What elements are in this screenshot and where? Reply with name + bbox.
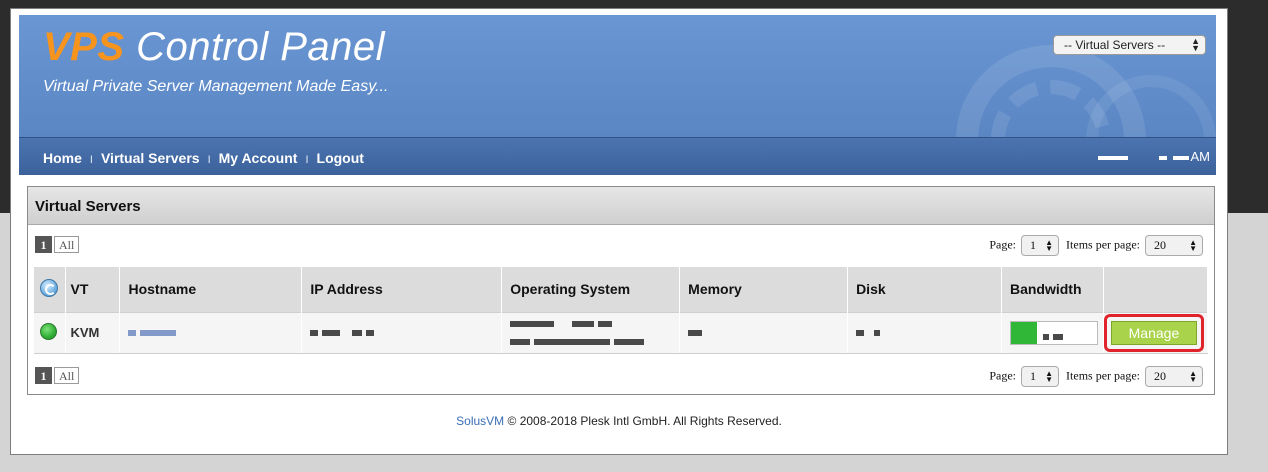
logo-subtitle: Virtual Private Server Management Made E… bbox=[43, 78, 389, 95]
select-arrows-icon: ▲ ▼ bbox=[1191, 36, 1200, 53]
logo-rest: Control Panel bbox=[124, 25, 386, 69]
status-cell bbox=[34, 311, 67, 354]
page-select-bottom[interactable]: 1 ▲ ▼ bbox=[1021, 366, 1060, 387]
ip-cell bbox=[301, 311, 503, 354]
page-controls-bottom: Page: 1 ▲ ▼ Items per page: 20 ▲ ▼ bbox=[989, 366, 1207, 387]
pager-bottom: 1 All bbox=[35, 367, 81, 384]
os-cell bbox=[501, 311, 681, 354]
page-controls-top: Page: 1 ▲ ▼ Items per page: 20 ▲ ▼ bbox=[989, 235, 1207, 256]
redacted-text bbox=[1158, 155, 1167, 160]
bandwidth-cell bbox=[1001, 311, 1104, 354]
redacted-hostname[interactable] bbox=[128, 330, 137, 337]
pager-all[interactable]: All bbox=[54, 236, 80, 253]
virtual-servers-panel: Virtual Servers 1 All Page: 1 ▲ ▼ Items per… bbox=[27, 186, 1215, 395]
redacted-ip bbox=[310, 330, 319, 337]
page-select[interactable]: 1 ▲ ▼ bbox=[1021, 235, 1060, 256]
table-header-row: VT Hostname IP Address Operating System … bbox=[34, 267, 1209, 312]
footer-copyright: © 2008-2018 Plesk Intl GmbH. All Rights … bbox=[504, 414, 782, 428]
redacted-memory bbox=[688, 330, 703, 337]
select-arrows-icon: ▲ ▼ bbox=[1045, 238, 1054, 253]
pager-page-1-bottom[interactable]: 1 bbox=[35, 367, 52, 384]
nav-datetime: AM bbox=[1097, 149, 1211, 164]
redacted-os bbox=[510, 321, 555, 328]
manage-highlight: Manage bbox=[1103, 313, 1204, 352]
page-label: Page: bbox=[989, 237, 1017, 252]
col-operating-system: Operating System bbox=[501, 267, 681, 312]
redacted-os bbox=[572, 321, 595, 328]
redacted-disk bbox=[874, 330, 881, 337]
nav-separator: I bbox=[305, 154, 309, 166]
redacted-os bbox=[598, 321, 613, 328]
redacted-ip bbox=[352, 330, 363, 337]
nav-home[interactable]: Home bbox=[43, 150, 82, 166]
bandwidth-label bbox=[1042, 330, 1067, 344]
col-actions bbox=[1103, 267, 1209, 312]
panel-title: Virtual Servers bbox=[35, 198, 141, 215]
redacted-text bbox=[1172, 155, 1189, 160]
header: VPS Control Panel Virtual Private Server… bbox=[19, 15, 1216, 175]
logo-accent: VPS bbox=[43, 25, 125, 69]
hostname-cell[interactable] bbox=[119, 311, 303, 354]
disk-cell bbox=[847, 311, 1002, 354]
redacted-disk bbox=[856, 330, 865, 337]
pager-top: 1 All bbox=[35, 236, 81, 253]
pager-page-1[interactable]: 1 bbox=[35, 236, 52, 253]
header-banner: VPS Control Panel Virtual Private Server… bbox=[19, 15, 1216, 175]
col-status bbox=[34, 267, 67, 312]
col-disk: Disk bbox=[847, 267, 1002, 312]
table-row: KVM Manage bbox=[34, 311, 1209, 354]
actions-cell: Manage bbox=[1103, 311, 1209, 354]
redacted-os bbox=[614, 339, 645, 346]
page-select-value: 1 bbox=[1030, 238, 1037, 252]
logo-title: VPS Control Panel bbox=[43, 25, 385, 70]
col-memory: Memory bbox=[679, 267, 849, 312]
virtual-servers-select[interactable]: -- Virtual Servers -- ▲ ▼ bbox=[1053, 35, 1206, 55]
select-arrows-icon: ▲ ▼ bbox=[1189, 369, 1197, 384]
refresh-icon[interactable] bbox=[40, 278, 58, 297]
panel-header: Virtual Servers bbox=[28, 187, 1214, 225]
items-per-page-label: Items per page: bbox=[1066, 237, 1140, 252]
vt-value: KVM bbox=[70, 325, 100, 340]
select-arrows-icon: ▲ ▼ bbox=[1045, 369, 1054, 384]
items-per-page-label: Items per page: bbox=[1066, 368, 1140, 383]
vt-cell: KVM bbox=[65, 311, 121, 354]
items-per-page-value: 20 bbox=[1154, 369, 1166, 383]
redacted-bandwidth bbox=[1052, 334, 1063, 341]
nav-links: Home I Virtual Servers I My Account I Logout bbox=[43, 150, 364, 166]
redacted-os bbox=[534, 339, 611, 346]
page-label: Page: bbox=[989, 368, 1017, 383]
redacted-bandwidth bbox=[1042, 334, 1049, 341]
redacted-os bbox=[510, 339, 531, 346]
nav-logout[interactable]: Logout bbox=[317, 150, 364, 166]
page-select-value: 1 bbox=[1030, 369, 1037, 383]
servers-table: VT Hostname IP Address Operating System … bbox=[34, 267, 1209, 354]
online-status-icon bbox=[40, 322, 57, 340]
nav-separator: I bbox=[89, 154, 93, 166]
virtual-servers-select-value: -- Virtual Servers -- bbox=[1064, 38, 1166, 52]
bandwidth-fill bbox=[1010, 321, 1037, 344]
pager-all-bottom[interactable]: All bbox=[54, 367, 80, 384]
items-per-page-value: 20 bbox=[1154, 238, 1166, 252]
footer: SolusVM © 2008-2018 Plesk Intl GmbH. All… bbox=[10, 414, 1228, 428]
memory-cell bbox=[679, 311, 849, 354]
nav-my-account[interactable]: My Account bbox=[219, 150, 298, 166]
select-arrows-icon: ▲ ▼ bbox=[1189, 238, 1197, 253]
footer-brand-link[interactable]: SolusVM bbox=[456, 414, 504, 428]
nav-time-suffix: AM bbox=[1190, 149, 1211, 164]
redacted-ip bbox=[322, 330, 341, 337]
items-per-page-select[interactable]: 20 ▲ ▼ bbox=[1145, 235, 1203, 256]
col-vt: VT bbox=[65, 267, 121, 312]
redacted-hostname[interactable] bbox=[140, 330, 177, 337]
col-bandwidth: Bandwidth bbox=[1001, 267, 1104, 312]
col-hostname[interactable]: Hostname bbox=[119, 267, 303, 312]
col-ip-address[interactable]: IP Address bbox=[301, 267, 503, 312]
main-nav: Home I Virtual Servers I My Account I Logout A… bbox=[19, 137, 1216, 175]
redacted-text bbox=[1097, 155, 1128, 160]
items-per-page-select-bottom[interactable]: 20 ▲ ▼ bbox=[1145, 366, 1203, 387]
manage-button[interactable]: Manage bbox=[1110, 320, 1197, 345]
nav-virtual-servers[interactable]: Virtual Servers bbox=[101, 150, 200, 166]
nav-separator: I bbox=[207, 154, 211, 166]
redacted-ip bbox=[366, 330, 375, 337]
bandwidth-bar bbox=[1009, 320, 1098, 345]
